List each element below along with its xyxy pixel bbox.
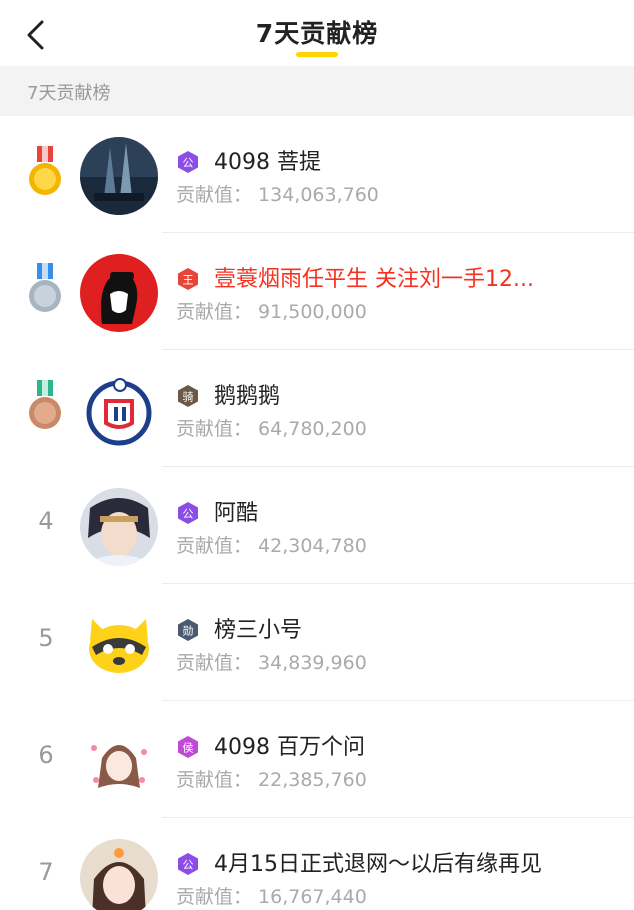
top-bar: 7天贡献榜 (0, 0, 634, 66)
title-underline (296, 52, 338, 57)
list-item[interactable]: 骑 鹅鹅鹅 贡献值： 64,780,200 (0, 350, 634, 467)
contribution: 贡献值： 22,385,760 (176, 765, 367, 792)
contribution-value: 134,063,760 (258, 184, 379, 206)
avatar[interactable] (80, 371, 158, 449)
bronze-medal-icon (24, 380, 66, 432)
user-name[interactable]: 4月15日正式退网～以后有缘再见 (214, 846, 542, 878)
contribution-label: 贡献值： (176, 301, 253, 323)
contribution-label: 贡献值： (176, 769, 253, 791)
user-name[interactable]: 榜三小号 (214, 612, 302, 644)
contribution-value: 22,385,760 (258, 769, 367, 791)
contribution: 贡献值： 42,304,780 (176, 531, 367, 558)
contribution-value: 34,839,960 (258, 652, 367, 674)
list-item[interactable]: 7 公 4月15日正式退网～以后有缘再见 贡献值： 16,767,440 (0, 818, 634, 910)
svg-text:侯: 侯 (183, 741, 194, 755)
contribution-label: 贡献值： (176, 652, 253, 674)
rank-number: 5 (38, 624, 54, 652)
contribution: 贡献值： 64,780,200 (176, 414, 367, 441)
avatar[interactable] (80, 722, 158, 800)
contribution: 贡献值： 16,767,440 (176, 882, 367, 909)
contribution-value: 16,767,440 (258, 886, 367, 908)
rank-number: 4 (38, 507, 54, 535)
contribution-label: 贡献值： (176, 184, 253, 206)
svg-text:公: 公 (183, 508, 194, 521)
page-title: 7天贡献榜 (255, 19, 379, 48)
contribution-value: 64,780,200 (258, 418, 367, 440)
section-label: 7天贡献榜 (27, 83, 111, 104)
contribution-label: 贡献值： (176, 886, 253, 908)
avatar[interactable] (80, 137, 158, 215)
svg-text:公: 公 (183, 157, 194, 170)
rank-badge-icon: 骑 (178, 385, 198, 407)
contribution-value: 91,500,000 (258, 301, 367, 323)
avatar[interactable] (80, 254, 158, 332)
avatar[interactable] (80, 605, 158, 683)
list-item[interactable]: 4 公 阿酷 贡献值： 42,304,780 (0, 467, 634, 584)
section-header: 7天贡献榜 (0, 66, 634, 116)
list-item[interactable]: 5 勋 榜三小号 贡献值： 34,839,960 (0, 584, 634, 701)
rank-number: 7 (38, 858, 54, 886)
contribution-label: 贡献值： (176, 535, 253, 557)
svg-text:勋: 勋 (183, 624, 194, 638)
avatar[interactable] (80, 839, 158, 910)
user-name[interactable]: 4098 百万个问 (214, 729, 365, 761)
svg-text:骑: 骑 (183, 391, 194, 404)
list-item[interactable]: 王 壹蓑烟雨任平生 关注刘一手12... 贡献值： 91,500,000 (0, 233, 634, 350)
rank-number: 6 (38, 741, 54, 769)
rank-badge-icon: 勋 (178, 619, 198, 641)
svg-text:王: 王 (183, 274, 194, 287)
list-item[interactable]: 公 4098 菩提 贡献值： 134,063,760 (0, 116, 634, 233)
contribution-label: 贡献值： (176, 418, 253, 440)
rank-badge-icon: 公 (178, 853, 198, 875)
contribution: 贡献值： 134,063,760 (176, 180, 379, 207)
contribution: 贡献值： 34,839,960 (176, 648, 367, 675)
list-item[interactable]: 6 侯 4098 百万个问 贡献值： 22,385,760 (0, 701, 634, 818)
user-name[interactable]: 鹅鹅鹅 (214, 378, 280, 410)
user-name[interactable]: 4098 菩提 (214, 144, 321, 176)
rank-badge-icon: 王 (178, 268, 198, 290)
gold-medal-icon (24, 146, 66, 198)
avatar[interactable] (80, 488, 158, 566)
contribution-value: 42,304,780 (258, 535, 367, 557)
silver-medal-icon (24, 263, 66, 315)
rank-badge-icon: 侯 (178, 736, 198, 758)
rank-badge-icon: 公 (178, 502, 198, 524)
contribution: 贡献值： 91,500,000 (176, 297, 367, 324)
user-name[interactable]: 阿酷 (214, 495, 258, 527)
user-name[interactable]: 壹蓑烟雨任平生 关注刘一手12... (214, 261, 534, 293)
svg-text:公: 公 (183, 859, 194, 872)
rank-badge-icon: 公 (178, 151, 198, 173)
